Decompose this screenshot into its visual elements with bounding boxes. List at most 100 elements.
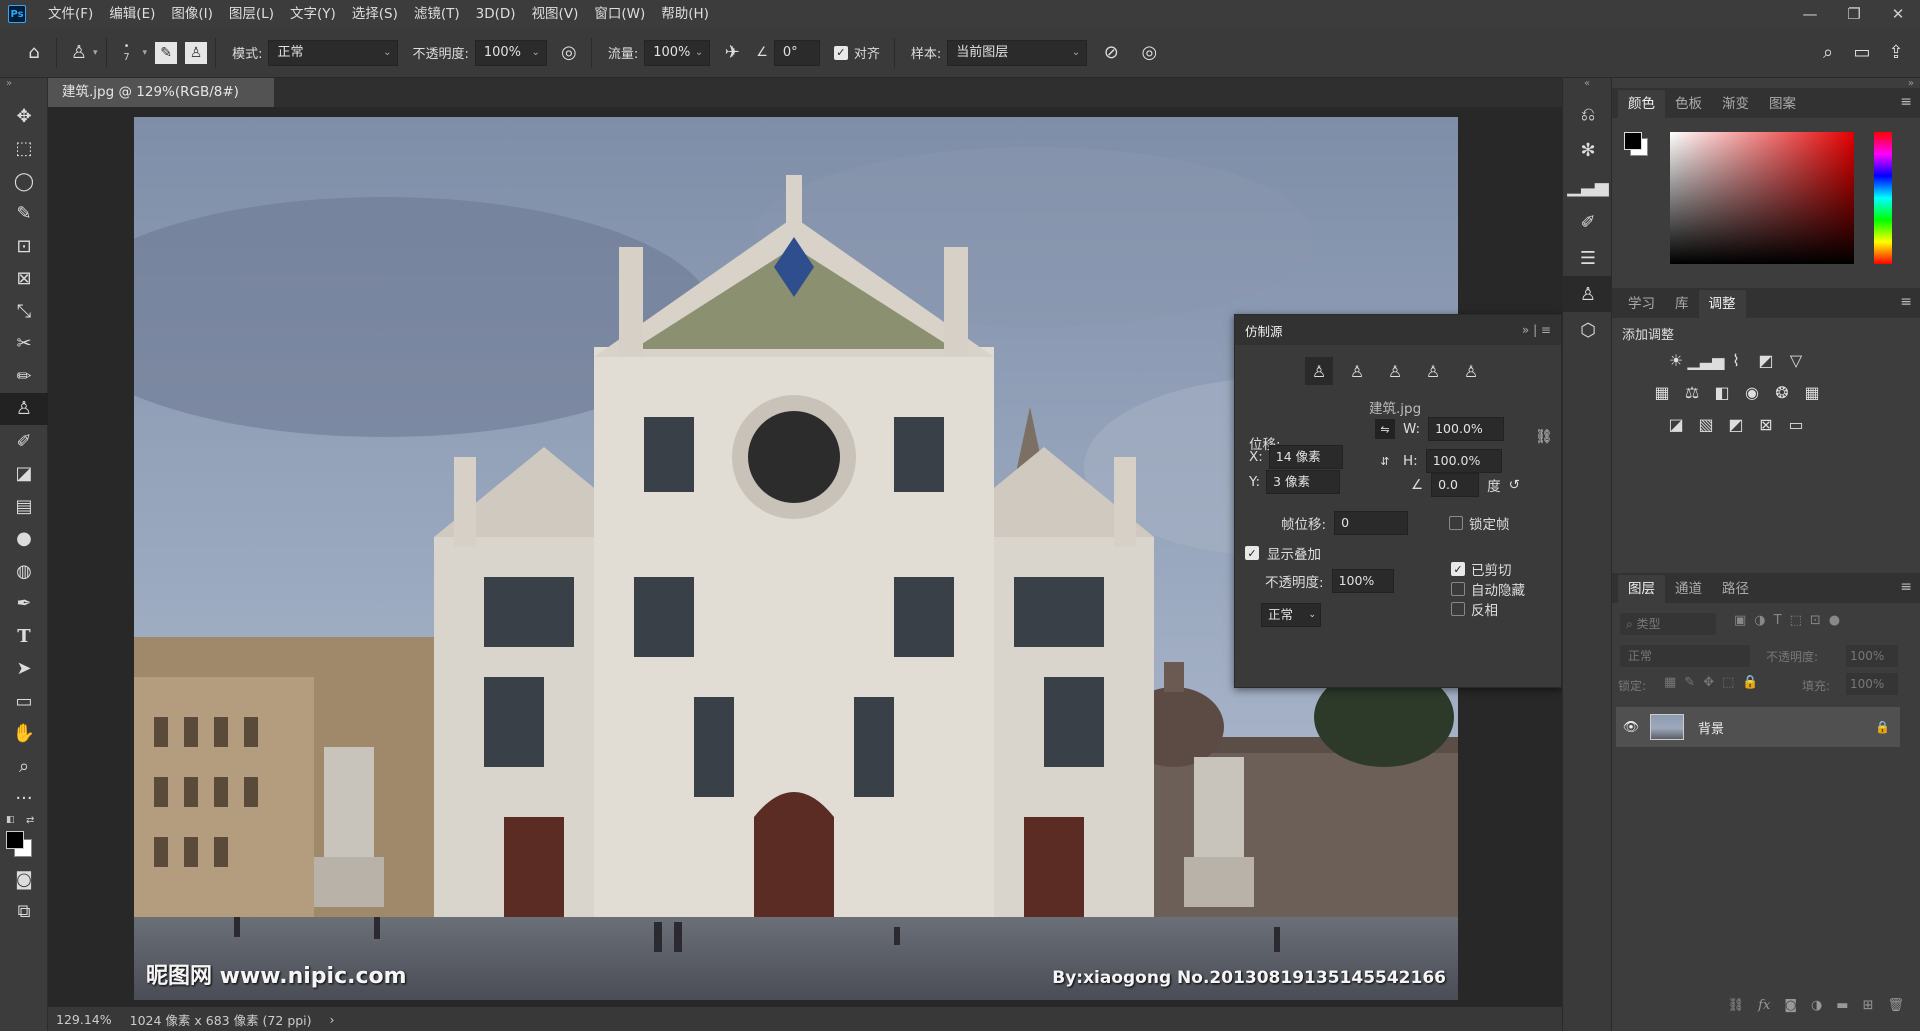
vibrance-icon[interactable]: ▽ [1782, 346, 1810, 374]
collapse-right-panels-icon[interactable]: » [1612, 78, 1920, 89]
new-layer-icon[interactable]: ⊞ [1863, 998, 1874, 1013]
layer-blend-select[interactable]: 正常 [1620, 645, 1750, 667]
menu-window[interactable]: 窗口(W) [586, 0, 653, 28]
lock-artboard-icon[interactable]: ⬚ [1722, 675, 1734, 690]
curves-icon[interactable]: ⌇ [1722, 346, 1750, 374]
layer-row[interactable]: 👁 背景 🔒 [1616, 707, 1900, 747]
brush-tool-icon[interactable]: ✏ [0, 360, 48, 393]
tab-patterns[interactable]: 图案 [1759, 90, 1806, 118]
pressure-opacity-icon[interactable]: ◎ [555, 39, 583, 67]
status-arrow-icon[interactable]: › [330, 1012, 335, 1027]
new-group-icon[interactable]: ▬ [1836, 998, 1848, 1013]
clone-source-2-icon[interactable]: ♙ [1343, 357, 1371, 385]
fill-field[interactable]: 100% [1846, 673, 1898, 695]
quick-selection-tool-icon[interactable]: ✎ [0, 198, 48, 231]
layer-lock-icon[interactable]: 🔒 [1875, 720, 1890, 734]
hue-saturation-icon[interactable]: ▦ [1648, 378, 1676, 406]
invert-icon[interactable]: ◪ [1662, 410, 1690, 438]
menu-filter[interactable]: 滤镜(T) [406, 0, 468, 28]
brightness-icon[interactable]: ☀ [1662, 346, 1690, 374]
adjustment-filter-icon[interactable]: ◑ [1754, 613, 1765, 628]
opacity-field[interactable]: 100% ⌄ [474, 39, 547, 66]
type-tool-icon[interactable]: T [0, 620, 48, 653]
healing-brush-tool-icon[interactable]: ✂ [0, 328, 48, 361]
sample-select[interactable]: 当前图层 ⌄ [947, 39, 1088, 66]
filter-toggle-icon[interactable]: ● [1829, 613, 1840, 628]
menu-edit[interactable]: 编辑(E) [101, 0, 163, 28]
angle-field[interactable]: 0° [773, 39, 820, 66]
show-overlay-checkbox[interactable]: ✓ [1245, 546, 1259, 560]
color-balance-icon[interactable]: ⚖ [1678, 378, 1706, 406]
flip-vertical-icon[interactable]: ⇵ [1375, 451, 1395, 471]
move-tool-icon[interactable]: ✥ [0, 100, 48, 133]
eraser-tool-icon[interactable]: ◪ [0, 458, 48, 491]
brush-settings-icon[interactable]: ✎ [155, 41, 178, 64]
panel-title[interactable]: 仿制源 [1245, 321, 1283, 340]
screen-mode-icon[interactable]: ⧉ [0, 896, 48, 929]
x-offset-field[interactable]: 14 像素 [1268, 445, 1343, 469]
dropdown-chevron-icon[interactable]: ▾ [143, 48, 148, 58]
posterize-icon[interactable]: ▧ [1692, 410, 1720, 438]
type-filter-icon[interactable]: T [1774, 613, 1782, 628]
zoom-level[interactable]: 129.14% [56, 1012, 112, 1027]
brush-size-picker[interactable]: • 7 [115, 41, 139, 64]
align-checkbox[interactable]: ✓ [833, 45, 848, 60]
clone-source-panel-icon[interactable]: ♙ [185, 41, 208, 64]
link-layers-icon[interactable]: ⛓ [1728, 998, 1745, 1013]
panel-menu-icon[interactable]: ≡ [1900, 294, 1912, 310]
quick-mask-icon[interactable]: ◙ [0, 863, 48, 896]
tab-gradients[interactable]: 渐变 [1712, 90, 1759, 118]
tab-color[interactable]: 颜色 [1618, 90, 1665, 118]
panel-menu-icon[interactable]: » | ≡ [1522, 323, 1551, 337]
exposure-icon[interactable]: ◩ [1752, 346, 1780, 374]
crop-tool-icon[interactable]: ⊡ [0, 230, 48, 263]
gradient-tool-icon[interactable]: ▤ [0, 490, 48, 523]
properties-icon[interactable]: ☰ [1563, 240, 1613, 276]
clone-source-3-icon[interactable]: ♙ [1381, 357, 1409, 385]
lock-paint-icon[interactable]: ✎ [1684, 675, 1695, 690]
visibility-eye-icon[interactable]: 👁 [1616, 720, 1646, 735]
foreground-color-swatch[interactable] [1624, 132, 1642, 150]
menu-select[interactable]: 选择(S) [344, 0, 406, 28]
path-selection-tool-icon[interactable]: ➤ [0, 653, 48, 686]
layer-opacity-field[interactable]: 100% [1846, 645, 1898, 667]
lasso-tool-icon[interactable]: ◯ [0, 165, 48, 198]
clone-source-5-icon[interactable]: ♙ [1457, 357, 1485, 385]
clone-source-4-icon[interactable]: ♙ [1419, 357, 1447, 385]
fx-icon[interactable]: fx [1758, 998, 1770, 1013]
blend-mode-field[interactable]: 正常 ⌄ [1261, 603, 1321, 627]
close-window-button[interactable]: ✕ [1876, 0, 1920, 28]
photo-filter-icon[interactable]: ◉ [1738, 378, 1766, 406]
eyedropper-tool-icon[interactable]: ⤡ [0, 295, 48, 328]
overlay-blend-select[interactable]: 正常 ⌄ [1261, 603, 1321, 627]
flow-field[interactable]: 100% ⌄ [644, 39, 711, 66]
panel-menu-icon[interactable]: ≡ [1900, 94, 1912, 110]
shape-filter-icon[interactable]: ⬚ [1790, 613, 1802, 628]
rotation-field[interactable]: 0.0 [1431, 473, 1480, 497]
invert-checkbox[interactable] [1451, 602, 1465, 616]
tab-layers[interactable]: 图层 [1618, 575, 1665, 603]
tab-channels[interactable]: 通道 [1665, 575, 1712, 603]
menu-help[interactable]: 帮助(H) [653, 0, 717, 28]
color-lookup-icon[interactable]: ▦ [1798, 378, 1826, 406]
tab-swatches[interactable]: 色板 [1665, 90, 1712, 118]
home-icon[interactable]: ⌂ [20, 39, 48, 67]
hue-slider[interactable] [1874, 132, 1892, 264]
workspace-icon[interactable]: ▭ [1848, 39, 1876, 67]
brush-settings-icon[interactable]: ✻ [1563, 132, 1613, 168]
pressure-size-icon[interactable]: ◎ [1135, 39, 1163, 67]
add-mask-icon[interactable]: ◙ [1784, 998, 1797, 1013]
levels-icon[interactable]: ▁▃▅ [1688, 346, 1725, 374]
frame-offset-field[interactable]: 0 [1334, 511, 1409, 535]
lock-position-icon[interactable]: ✥ [1703, 675, 1714, 690]
auto-hide-checkbox[interactable] [1451, 582, 1465, 596]
lock-all-icon[interactable]: 🔒 [1742, 675, 1758, 690]
layer-filter-select[interactable]: ⌕ 类型 [1620, 613, 1716, 635]
marquee-tool-icon[interactable]: ⬚ [0, 133, 48, 166]
history-icon[interactable]: ⎌ [1563, 96, 1613, 132]
menu-image[interactable]: 图像(I) [163, 0, 221, 28]
zoom-tool-icon[interactable]: ⌕ [0, 750, 48, 783]
channel-mixer-icon[interactable]: ❂ [1768, 378, 1796, 406]
menu-layer[interactable]: 图层(L) [221, 0, 282, 28]
new-adjustment-layer-icon[interactable]: ◑ [1811, 998, 1822, 1013]
